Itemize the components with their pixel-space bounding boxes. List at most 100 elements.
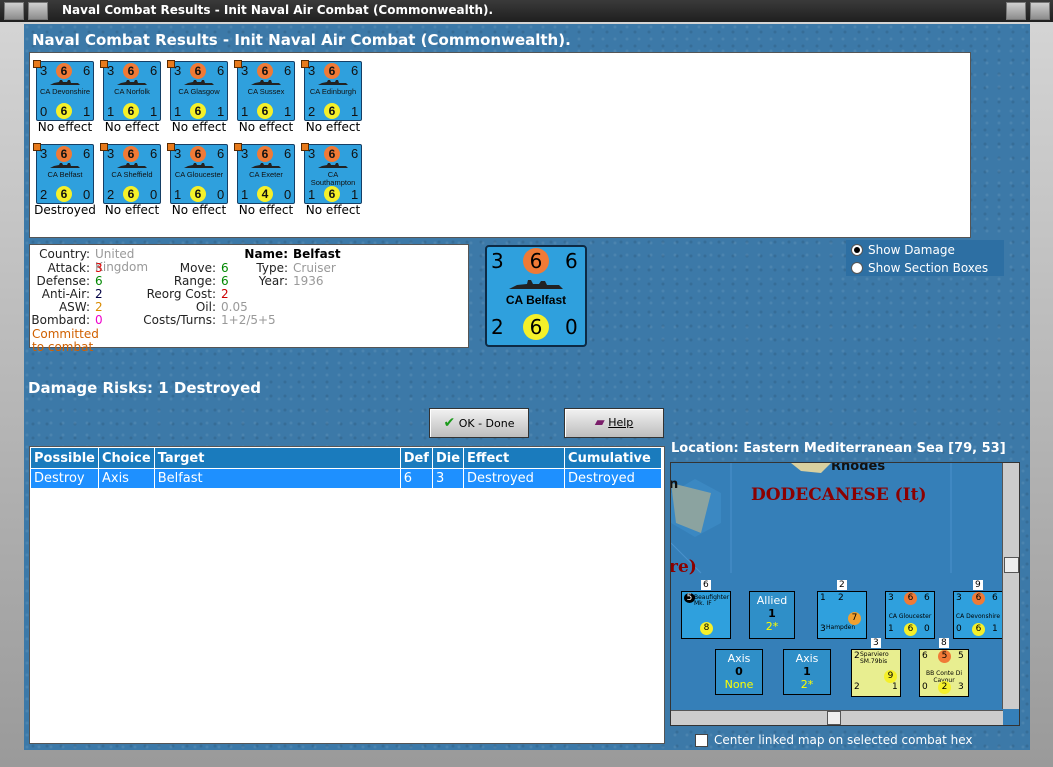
unit-defense: 6: [190, 63, 206, 79]
unit-counter[interactable]: 3 6 6 CA Exeter 1 4 0: [234, 143, 295, 204]
col-header-possible[interactable]: Possible: [30, 447, 99, 469]
unit-name: CA Devonshire: [39, 87, 91, 96]
allied-box-sub: 2*: [765, 620, 779, 633]
show-section-boxes-label[interactable]: Show Section Boxes: [868, 261, 988, 275]
unit-counter[interactable]: 3 6 6 CA Edinburgh 2 6 1: [301, 60, 362, 121]
center-map-checkbox[interactable]: [695, 734, 708, 747]
map-horizontal-scrollbar[interactable]: [671, 710, 1003, 725]
table-row[interactable]: Destroy Axis Belfast 6 3 Destroyed Destr…: [30, 468, 662, 489]
unit-counter[interactable]: 3 6 6 CA Devonshire 0 6 1: [33, 60, 94, 121]
unit-move: 6: [150, 63, 158, 78]
map-unit-name: Hampden: [826, 624, 856, 631]
unit-range: 6: [123, 103, 139, 119]
combat-map[interactable]: Rhodes DODECANESE (It) n re) 5 Beaufight…: [670, 462, 1020, 726]
unit-result: No effect: [238, 120, 294, 134]
stack-count: 8: [939, 638, 949, 648]
unit-aa: 0: [40, 104, 48, 119]
unit-counter[interactable]: 3 6 6 CA Southampton 1 6 1: [301, 143, 362, 204]
col-header-cumulative[interactable]: Cumulative: [564, 447, 662, 469]
selected-unit-counter: 3 6 6 CA Belfast 2 6 0: [485, 245, 587, 347]
unit-result: No effect: [104, 203, 160, 217]
system-menu-button[interactable]: [4, 2, 24, 20]
unit-counter[interactable]: 3 6 6 CA Sheffield 2 6 0: [100, 143, 161, 204]
map-label-rhodes: Rhodes: [831, 462, 886, 474]
unit-range: 6: [324, 103, 340, 119]
map-region-label: DODECANESE (It): [751, 485, 927, 505]
unit-move: 6: [83, 63, 91, 78]
map-unit-value: 5: [938, 650, 951, 663]
stack-count: 6: [701, 580, 711, 590]
unit-aa: 1: [308, 187, 316, 202]
ship-silhouette-icon: [318, 163, 348, 168]
col-header-def[interactable]: Def: [399, 447, 433, 469]
bombard-label: Bombard:: [31, 313, 90, 327]
unit-defense: 6: [257, 63, 273, 79]
unit-attack: 3: [107, 146, 115, 161]
ok-done-button[interactable]: ✔ OK - Done: [429, 408, 529, 438]
map-vertical-scrollbar[interactable]: [1002, 463, 1019, 709]
country-label: Country:: [39, 247, 90, 261]
minimize-button[interactable]: [1006, 2, 1026, 20]
cell-choice: Axis: [97, 468, 155, 489]
map-unit-hampden[interactable]: 1 2 3 7 Hampden: [817, 591, 867, 639]
allied-box-count: 1: [768, 607, 776, 620]
map-vscroll-thumb[interactable]: [1004, 557, 1019, 573]
allied-summary-box[interactable]: Allied 1 2*: [749, 591, 795, 639]
axis-summary-box-1[interactable]: Axis 0 None: [715, 649, 763, 695]
center-map-label[interactable]: Center linked map on selected combat hex: [714, 733, 973, 747]
unit-move: 6: [351, 146, 359, 161]
page-title: Naval Combat Results - Init Naval Air Co…: [32, 31, 571, 49]
unit-reorg: 1: [83, 104, 91, 119]
unit-result: No effect: [238, 203, 294, 217]
unit-counter[interactable]: 3 6 6 CA Glasgow 1 6 1: [167, 60, 228, 121]
close-button[interactable]: [1030, 2, 1050, 20]
bombard-value: 0: [95, 313, 103, 327]
ship-silhouette-icon: [117, 163, 147, 168]
map-unit-conte-di-cavour[interactable]: 6 5 5 BB Conte Di Cavour 0 2 3: [919, 649, 969, 697]
unit-move: 6: [217, 63, 225, 78]
col-header-choice[interactable]: Choice: [97, 447, 155, 469]
map-unit-beaufighter[interactable]: 5 Beaufighter Mk. IF 8: [681, 591, 731, 639]
col-header-die[interactable]: Die: [431, 447, 465, 469]
name-value: Belfast: [293, 247, 341, 261]
help-button[interactable]: ▰ Help: [564, 408, 664, 438]
cell-def: 6: [399, 468, 433, 489]
axis-summary-box-2[interactable]: Axis 1 2*: [783, 649, 831, 695]
cell-possible: Destroy: [30, 468, 99, 489]
unit-defense: 6: [56, 63, 72, 79]
unit-counter[interactable]: 3 6 6 CA Sussex 1 6 1: [234, 60, 295, 121]
map-unit-value: 6: [924, 593, 930, 603]
unit-attack: 3: [241, 63, 249, 78]
unit-reorg: 0: [150, 187, 158, 202]
map-unit-gloucester[interactable]: 3 6 6 CA Gloucester 1 6 0: [885, 591, 935, 639]
unit-counter[interactable]: 3 6 6 CA Gloucester 1 6 0: [167, 143, 228, 204]
unit-aa: 1: [174, 187, 182, 202]
unit-attack: 3: [40, 146, 48, 161]
status-text: Committed to combat: [32, 327, 99, 354]
unit-counter[interactable]: 3 6 6 CA Belfast 2 6 0: [33, 143, 94, 204]
unit-defense: 6: [324, 63, 340, 79]
axis-box-title: Axis: [795, 652, 819, 665]
map-unit-value: 1: [892, 682, 898, 692]
system-menu-button-2[interactable]: [28, 2, 48, 20]
unit-result: No effect: [37, 120, 93, 134]
show-damage-radio[interactable]: [851, 244, 863, 256]
unit-aa: 2: [308, 104, 316, 119]
big-counter-range: 6: [523, 314, 549, 340]
map-hscroll-thumb[interactable]: [827, 711, 841, 725]
name-label: Name:: [244, 247, 288, 261]
show-section-boxes-radio[interactable]: [851, 262, 863, 274]
map-unit-value: 1: [992, 624, 998, 634]
map-unit-devonshire[interactable]: 3 6 6 CA Devonshire 0 6 1: [953, 591, 1003, 639]
allied-box-title: Allied: [756, 594, 788, 607]
unit-counter[interactable]: 3 6 6 CA Norfolk 1 6 1: [100, 60, 161, 121]
unit-attack: 3: [174, 63, 182, 78]
map-unit-sparviero[interactable]: 2 Sparviero SM.79bis 2 9 1: [851, 649, 901, 697]
show-damage-label[interactable]: Show Damage: [868, 243, 955, 257]
unit-aa: 1: [241, 104, 249, 119]
unit-defense: 6: [324, 146, 340, 162]
unit-move: 6: [217, 146, 225, 161]
unit-name: CA Norfolk: [114, 87, 150, 96]
col-header-target[interactable]: Target: [153, 447, 401, 469]
col-header-effect[interactable]: Effect: [463, 447, 566, 469]
